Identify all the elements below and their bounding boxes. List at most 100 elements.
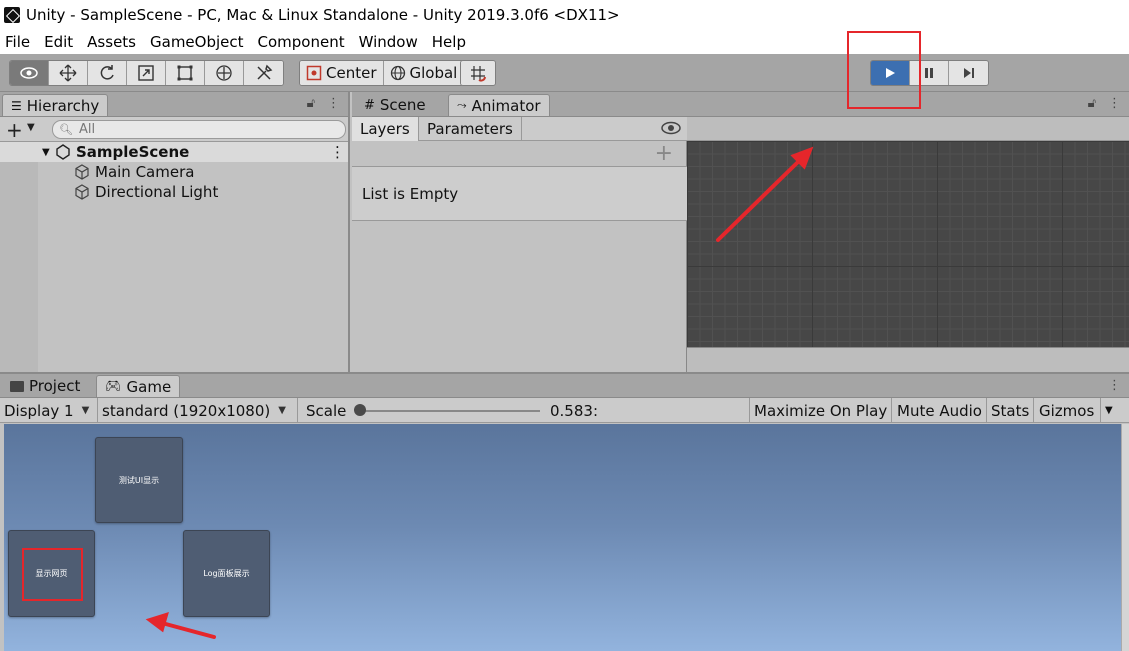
menu-bar: File Edit Assets GameObject Component Wi… [0,30,1129,54]
animator-status-bar [687,347,1129,372]
menu-window[interactable]: Window [359,33,418,51]
game-scrollbar[interactable] [1121,424,1129,651]
hierarchy-item[interactable]: Main Camera [74,162,194,182]
pivot-controls: Center Global [299,60,465,86]
annotation-box-button [22,548,83,601]
game-button-log-panel[interactable]: Log面板展示 [183,530,270,617]
tab-game[interactable]: 🎮︎ Game [96,375,181,397]
hierarchy-toolbar: + ▼ 🔍︎ All [0,117,348,142]
globe-icon [390,65,405,81]
search-placeholder: All [78,122,96,137]
unity-logo-icon [4,7,20,23]
transform-icon [216,65,232,81]
menu-assets[interactable]: Assets [87,33,136,51]
scale-tool-button[interactable] [127,61,166,85]
scene-menu-icon[interactable]: ⋮ [330,142,345,162]
animator-panel: # Scene ⤳ Animator 🔓︎ ⋮ Layers Parameter… [352,92,1129,372]
more-icon[interactable]: ⋮ [1108,378,1121,393]
tab-project-label: Project [29,377,81,395]
hierarchy-tab-header: ☰ Hierarchy 🔓︎ ⋮ [0,92,348,117]
maximize-on-play-toggle[interactable]: Maximize On Play [749,398,893,423]
tab-project[interactable]: Project [2,375,88,397]
display-label: Display 1 [4,401,74,420]
pivot-rotation-button[interactable]: Global [383,61,464,85]
window-title: Unity - SampleScene - PC, Mac & Linux St… [26,6,620,24]
rotate-tool-button[interactable] [88,61,127,85]
tab-scene[interactable]: # Scene [356,94,434,116]
game-header-icons: ⋮ [1108,378,1121,393]
tab-game-label: Game [126,377,172,396]
create-icon[interactable]: + [6,118,23,142]
resolution-label: standard (1920x1080) [102,401,271,420]
menu-component[interactable]: Component [258,33,345,51]
tab-hierarchy-label: Hierarchy [26,96,100,115]
stats-toggle[interactable]: Stats [987,398,1035,423]
grid-snap-icon [471,66,486,82]
game-button-test-ui[interactable]: 测试UI显示 [95,437,183,523]
rect-icon [177,65,193,81]
pivot-mode-button[interactable]: Center [300,61,384,85]
game-tab-header: Project 🎮︎ Game ⋮ [0,374,1129,398]
tools-icon [256,64,272,80]
tab-animator-label: Animator [471,96,541,115]
scene-name: SampleScene [76,143,190,161]
display-dropdown[interactable]: Display 1 [0,398,98,423]
empty-list: List is Empty [352,167,687,221]
tab-layers[interactable]: Layers [352,117,419,141]
more-icon[interactable]: ⋮ [1108,96,1121,111]
animator-graph-grid[interactable] [687,141,1129,347]
scale-slider-track[interactable] [360,410,540,412]
resolution-dropdown[interactable]: standard (1920x1080) [98,398,298,423]
hierarchy-item-label: Directional Light [95,183,219,201]
step-button[interactable] [949,61,988,85]
scene-row[interactable]: ▼ SampleScene [0,142,348,162]
scale-value: 0.583: [550,401,598,420]
main-toolbar: Center Global [0,54,1129,92]
scale-slider-handle[interactable] [354,404,366,416]
tab-parameters[interactable]: Parameters [419,117,522,141]
lock-icon[interactable]: 🔓︎ [1088,96,1096,111]
gizmos-toggle[interactable]: Gizmos [1035,398,1098,423]
hierarchy-item[interactable]: Directional Light [74,182,218,202]
game-panel: Project 🎮︎ Game ⋮ Display 1 standard (19… [0,372,1129,651]
animator-breadcrumb-bar [687,117,1129,141]
add-layer-icon[interactable]: + [655,141,673,166]
more-icon[interactable]: ⋮ [327,96,340,111]
menu-file[interactable]: File [5,33,30,51]
search-icon: 🔍︎ [59,123,73,136]
grid-snap-button[interactable] [461,61,495,85]
eye-icon[interactable] [661,121,681,135]
pivot-mode-label: Center [326,64,377,82]
move-tool-button[interactable] [49,61,88,85]
animator-header-icons: 🔓︎ ⋮ [1088,96,1121,111]
menu-edit[interactable]: Edit [44,33,73,51]
expand-arrow-icon[interactable]: ▼ [42,147,50,158]
pivot-rotation-label: Global [409,64,458,82]
gizmos-dropdown-icon[interactable]: ▼ [1100,398,1117,423]
rotate-icon [100,65,114,80]
unity-scene-icon [56,144,70,160]
menu-help[interactable]: Help [432,33,466,51]
lock-icon[interactable]: 🔓︎ [307,96,315,111]
game-viewport[interactable]: 测试UI显示 显示网页 Log面板展示 [4,424,1122,651]
transform-tool-button[interactable] [205,61,244,85]
annotation-box-play [847,31,921,109]
custom-tool-button[interactable] [244,61,283,85]
tab-hierarchy[interactable]: ☰ Hierarchy [2,94,109,116]
menu-gameobject[interactable]: GameObject [150,33,244,51]
rect-tool-button[interactable] [166,61,205,85]
view-tool-button[interactable] [10,61,49,85]
scale-label: Scale [306,401,347,420]
animator-subtabs: Layers Parameters [352,117,687,141]
tab-animator[interactable]: ⤳ Animator [448,94,550,116]
list-icon: ☰ [11,98,22,113]
animator-tab-header: # Scene ⤳ Animator 🔓︎ ⋮ [352,92,1129,117]
eye-icon [20,67,38,79]
hierarchy-search-input[interactable]: 🔍︎ All [52,120,346,139]
mute-audio-toggle[interactable]: Mute Audio [893,398,987,423]
gameobject-cube-icon [75,164,89,180]
game-toolbar: Display 1 standard (1920x1080) Scale 0.5… [0,398,1129,423]
chevron-down-icon[interactable]: ▼ [27,122,35,133]
title-bar: Unity - SampleScene - PC, Mac & Linux St… [0,0,1129,30]
hierarchy-item-label: Main Camera [95,163,195,181]
